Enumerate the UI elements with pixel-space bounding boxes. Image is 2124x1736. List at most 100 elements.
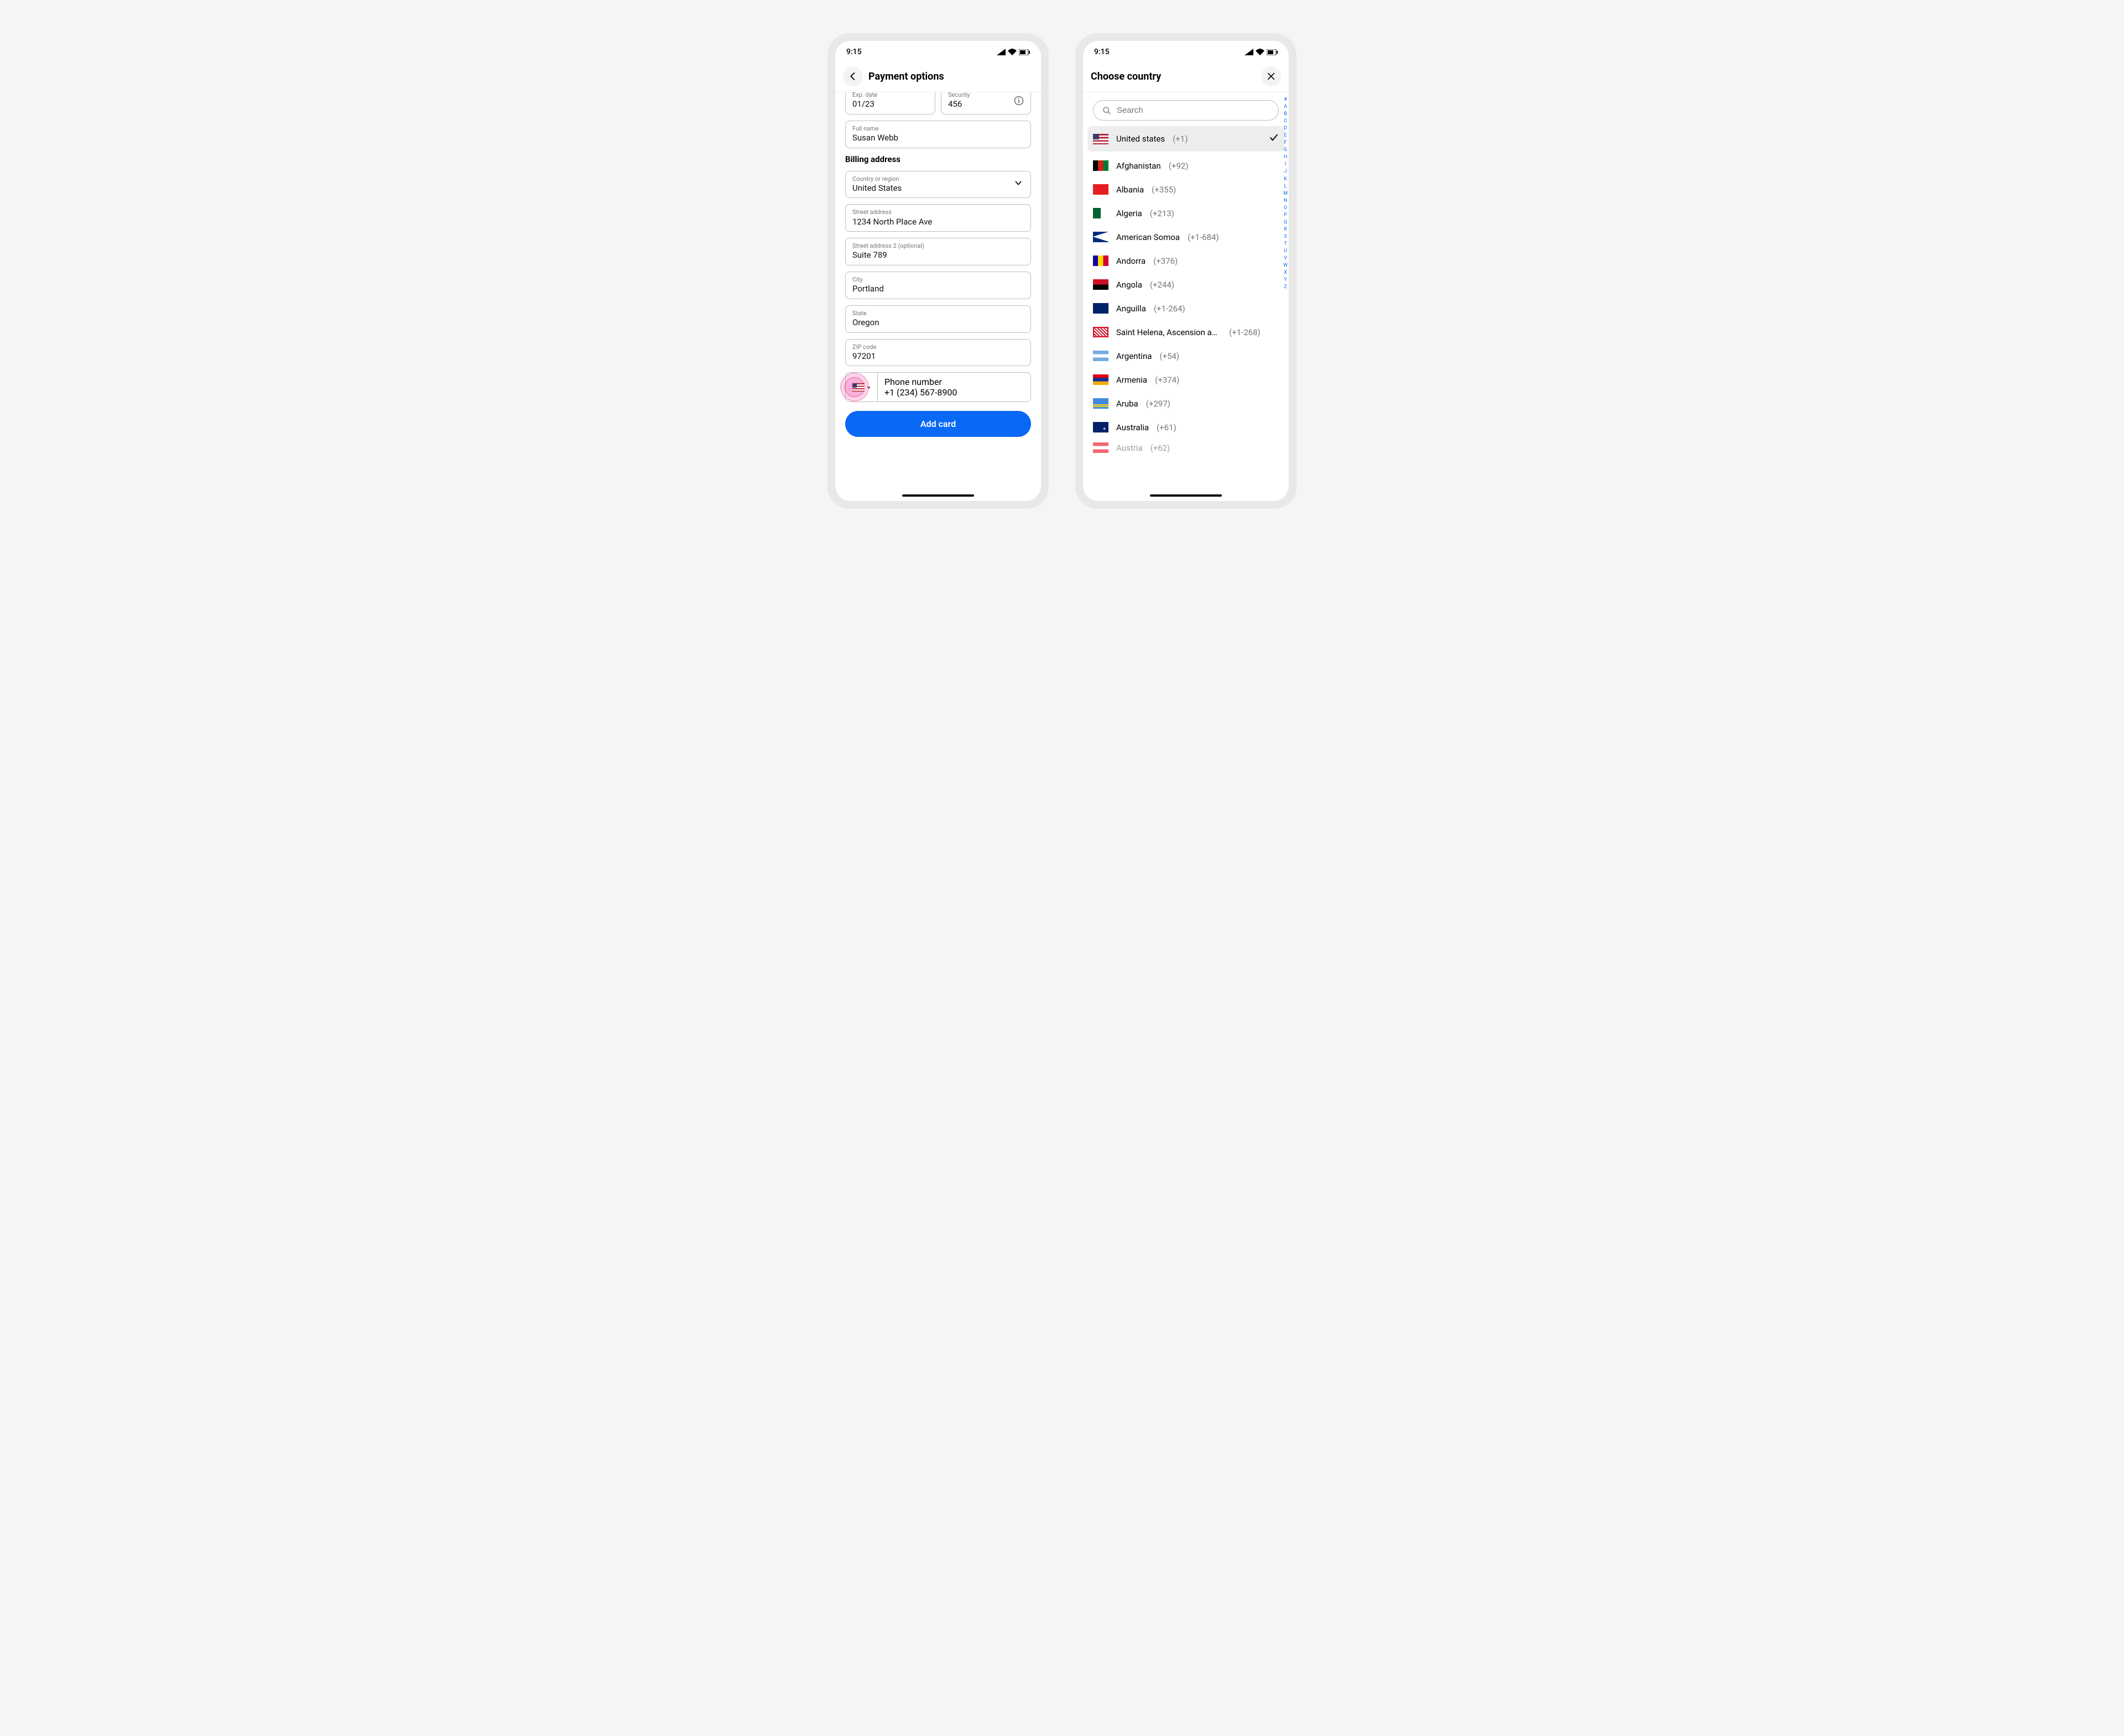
ad-flag-icon (1093, 256, 1108, 266)
country-name: Afghanistan (1116, 161, 1161, 171)
country-row[interactable]: Australia (+61) (1083, 415, 1289, 439)
search-box[interactable] (1093, 100, 1279, 121)
chevron-down-icon (1014, 179, 1023, 190)
country-row[interactable]: Andorra (+376) (1083, 249, 1289, 273)
index-letter[interactable]: R (1283, 226, 1288, 233)
search-icon (1102, 106, 1111, 115)
country-value: United States (852, 183, 1024, 194)
home-indicator[interactable] (1150, 494, 1222, 497)
country-code: (+1-268) (1229, 327, 1261, 337)
index-letter[interactable]: J (1283, 168, 1288, 175)
index-letter[interactable]: M (1283, 190, 1288, 197)
country-row[interactable]: Argentina (+54) (1083, 344, 1289, 368)
status-icons (997, 49, 1030, 55)
country-row-partial[interactable]: Austria(+62) (1083, 439, 1289, 453)
country-row[interactable]: Albania(+355) (1083, 178, 1289, 201)
info-icon[interactable] (1014, 96, 1024, 108)
index-letter[interactable]: Y (1283, 277, 1288, 284)
country-name: Andorra (1116, 256, 1146, 266)
phone-label: Phone number (884, 377, 1024, 387)
phone-field[interactable]: Phone number +1 (234) 567-8900 (845, 372, 1031, 402)
index-letter[interactable]: E (1283, 132, 1288, 139)
index-letter[interactable]: I (1283, 161, 1288, 168)
home-indicator[interactable] (902, 494, 974, 497)
ar-flag-icon (1093, 351, 1108, 361)
country-name: Australia (1116, 423, 1149, 432)
index-letter[interactable]: G (1283, 147, 1288, 154)
street-field[interactable]: Street address 1234 North Place Ave (845, 204, 1031, 232)
au-flag-icon (1093, 422, 1108, 432)
index-letter[interactable]: P (1283, 212, 1288, 219)
country-code: (+376) (1153, 256, 1178, 266)
street2-label: Street address 2 (optional) (852, 242, 1024, 250)
at-flag-icon (1093, 442, 1108, 453)
country-code: (+54) (1159, 351, 1179, 361)
country-name: Saint Helena, Ascension and Tris... (1116, 327, 1221, 337)
index-letter[interactable]: C (1283, 118, 1288, 125)
country-code: (+92) (1169, 161, 1189, 171)
country-code: (+1-684) (1188, 232, 1219, 242)
country-row[interactable]: United states(+1) (1087, 126, 1284, 152)
country-code: (+61) (1157, 423, 1176, 432)
country-row[interactable]: Aruba(+297) (1083, 392, 1289, 415)
index-letter[interactable]: T (1283, 241, 1288, 248)
battery-icon (1267, 49, 1278, 55)
dz-flag-icon (1093, 208, 1108, 218)
zip-field[interactable]: ZIP code 97201 (845, 339, 1031, 367)
form-content: Exp. date 01/23 Security 456 Full name S… (835, 92, 1041, 501)
index-letter[interactable]: # (1283, 96, 1288, 103)
index-letter[interactable]: H (1283, 154, 1288, 161)
country-row[interactable]: Saint Helena, Ascension and Tris... (+1-2… (1083, 320, 1289, 344)
country-row[interactable]: Algeria(+213) (1083, 201, 1289, 225)
close-button[interactable] (1261, 66, 1281, 86)
ao-flag-icon (1093, 279, 1108, 290)
country-name: United states (1116, 134, 1165, 144)
country-row[interactable]: Angola(+244) (1083, 273, 1289, 296)
street-label: Street address (852, 208, 1024, 216)
index-letter[interactable]: V (1283, 255, 1288, 262)
country-list[interactable]: United states(+1) Afghanistan (+92) Albania… (1083, 124, 1289, 453)
country-field[interactable]: Country or region United States (845, 171, 1031, 199)
index-letter[interactable]: K (1283, 176, 1288, 183)
city-field[interactable]: City Portland (845, 272, 1031, 299)
index-letter[interactable]: A (1283, 103, 1288, 111)
state-field[interactable]: State Oregon (845, 305, 1031, 333)
fullname-field[interactable]: Full name Susan Webb (845, 121, 1031, 148)
country-name: Austria (1116, 443, 1143, 453)
street2-field[interactable]: Street address 2 (optional) Suite 789 (845, 238, 1031, 265)
expiry-value: 01/23 (852, 99, 928, 110)
battery-icon (1019, 49, 1030, 55)
index-letter[interactable]: F (1283, 139, 1288, 147)
search-input[interactable] (1117, 106, 1269, 115)
phone-country-selector[interactable] (846, 373, 878, 402)
city-value: Portland (852, 284, 1024, 295)
index-letter[interactable]: B (1283, 111, 1288, 118)
index-letter[interactable]: O (1283, 205, 1288, 212)
index-letter[interactable]: W (1283, 262, 1288, 269)
alphabet-index[interactable]: #ABCDEFGHIJKLMNOPQRSTUVWXYZ (1283, 96, 1288, 291)
status-icons (1245, 49, 1278, 55)
add-card-button[interactable]: Add card (845, 411, 1031, 437)
country-code: (+355) (1152, 185, 1176, 195)
country-name: Argentina (1116, 351, 1152, 361)
security-field[interactable]: Security 456 (941, 92, 1031, 114)
status-bar: 9:15 (835, 41, 1041, 63)
country-row[interactable]: Afghanistan (+92) (1083, 154, 1289, 178)
state-label: State (852, 310, 1024, 317)
index-letter[interactable]: L (1283, 183, 1288, 190)
index-letter[interactable]: Z (1283, 284, 1288, 291)
index-letter[interactable]: U (1283, 248, 1288, 255)
country-row[interactable]: Armenia(+374) (1083, 368, 1289, 392)
index-letter[interactable]: N (1283, 197, 1288, 205)
index-letter[interactable]: X (1283, 269, 1288, 277)
index-letter[interactable]: D (1283, 125, 1288, 132)
country-row[interactable]: American Somoa(+1-684) (1083, 225, 1289, 249)
expiry-field[interactable]: Exp. date 01/23 (845, 92, 935, 114)
country-row[interactable]: Anguilla(+1-264) (1083, 296, 1289, 320)
billing-address-header: Billing address (845, 154, 1031, 164)
page-title: Payment options (868, 71, 944, 82)
index-letter[interactable]: Q (1283, 219, 1288, 226)
index-letter[interactable]: S (1283, 233, 1288, 241)
back-button[interactable] (843, 66, 863, 86)
status-bar: 9:15 (1083, 41, 1289, 63)
